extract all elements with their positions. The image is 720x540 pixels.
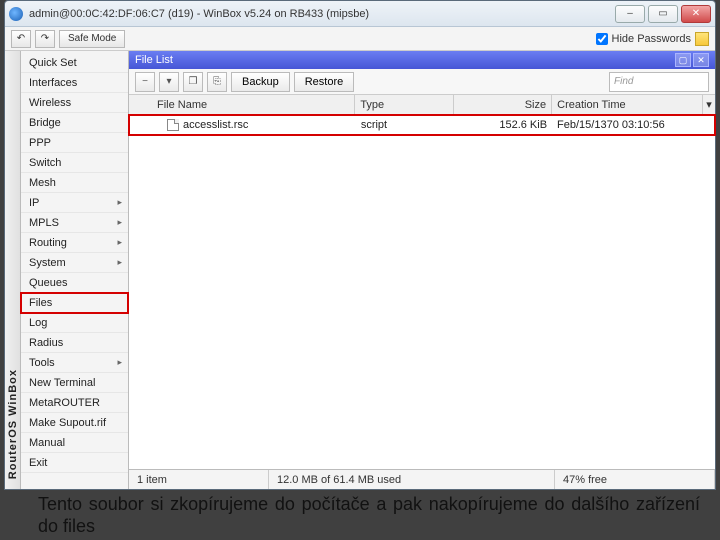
sidebar-item-system[interactable]: System▸	[21, 253, 128, 273]
sidebar: Quick Set Interfaces Wireless Bridge PPP Swit…	[21, 51, 129, 489]
sidebar-item-mesh[interactable]: Mesh	[21, 173, 128, 193]
panel-title: File List	[135, 54, 173, 66]
sidebar-item-label: Manual	[29, 437, 122, 449]
sidebar-item-exit[interactable]: Exit	[21, 453, 128, 473]
table-header: File Name Type Size Creation Time ▾	[129, 95, 715, 115]
window-title: admin@00:0C:42:DF:06:C7 (d19) - WinBox v…	[29, 8, 615, 20]
sidebar-item-label: New Terminal	[29, 377, 122, 389]
window-close-button[interactable]: ✕	[681, 5, 711, 23]
cell-filename: accesslist.rsc	[183, 119, 248, 131]
sidebar-item-metarouter[interactable]: MetaROUTER	[21, 393, 128, 413]
status-bar: 1 item 12.0 MB of 61.4 MB used 47% free	[129, 469, 715, 489]
window-maximize-button[interactable]: ▭	[648, 5, 678, 23]
note-icon[interactable]	[695, 32, 709, 46]
sidebar-item-queues[interactable]: Queues	[21, 273, 128, 293]
status-disk-usage: 12.0 MB of 61.4 MB used	[269, 470, 555, 489]
sidebar-item-wireless[interactable]: Wireless	[21, 93, 128, 113]
sidebar-item-label: Make Supout.rif	[29, 417, 122, 429]
sidebar-item-label: Mesh	[29, 177, 122, 189]
window-minimize-button[interactable]: –	[615, 5, 645, 23]
sidebar-item-label: Log	[29, 317, 122, 329]
sidebar-item-label: System	[29, 257, 117, 269]
app-favicon	[9, 7, 23, 21]
sidebar-item-manual[interactable]: Manual	[21, 433, 128, 453]
sidebar-item-new-terminal[interactable]: New Terminal	[21, 373, 128, 393]
sidebar-item-label: Radius	[29, 337, 122, 349]
sidebar-item-label: Switch	[29, 157, 122, 169]
remove-button[interactable]: −	[135, 72, 155, 92]
status-item-count: 1 item	[129, 470, 269, 489]
toolbar: ↶ ↷ Safe Mode Hide Passwords	[5, 27, 715, 51]
table-row[interactable]: accesslist.rsc script 152.6 KiB Feb/15/1…	[129, 115, 715, 135]
sidebar-item-files[interactable]: Files	[21, 293, 128, 313]
panel-close-button[interactable]: ✕	[693, 53, 709, 67]
cell-size: 152.6 KiB	[454, 115, 552, 134]
backup-button[interactable]: Backup	[231, 72, 290, 92]
find-input[interactable]: Find	[609, 72, 709, 92]
sidebar-item-label: Bridge	[29, 117, 122, 129]
panel-dock-button[interactable]: ▢	[675, 53, 691, 67]
sidebar-item-routing[interactable]: Routing▸	[21, 233, 128, 253]
sidebar-item-label: Wireless	[29, 97, 122, 109]
col-size[interactable]: Size	[454, 95, 552, 114]
sidebar-item-label: Routing	[29, 237, 117, 249]
undo-button[interactable]: ↶	[11, 30, 31, 48]
filter-icon[interactable]: ▾	[159, 72, 179, 92]
sidebar-item-tools[interactable]: Tools▸	[21, 353, 128, 373]
paste-icon[interactable]: ⎘	[207, 72, 227, 92]
status-free: 47% free	[555, 470, 715, 489]
hide-passwords-label: Hide Passwords	[612, 33, 691, 45]
hide-passwords-input[interactable]	[596, 33, 608, 45]
chevron-right-icon: ▸	[117, 357, 122, 368]
sidebar-item-label: IP	[29, 197, 117, 209]
sidebar-item-label: Interfaces	[29, 77, 122, 89]
chevron-right-icon: ▸	[117, 197, 122, 208]
sidebar-item-label: Tools	[29, 357, 117, 369]
slide-caption: Tento soubor si zkopírujeme do počítače …	[38, 494, 700, 537]
file-icon	[167, 119, 179, 131]
sidebar-item-label: Files	[29, 297, 122, 309]
cell-time: Feb/15/1370 03:10:56	[552, 115, 703, 134]
chevron-right-icon: ▸	[117, 217, 122, 228]
restore-button[interactable]: Restore	[294, 72, 355, 92]
hide-passwords-checkbox[interactable]: Hide Passwords	[596, 33, 691, 45]
sidebar-item-mpls[interactable]: MPLS▸	[21, 213, 128, 233]
vertical-brand-text: RouterOS WinBox	[7, 359, 19, 489]
col-menu-icon[interactable]: ▾	[703, 95, 715, 114]
file-toolbar: − ▾ ❐ ⎘ Backup Restore Find	[129, 69, 715, 95]
safe-mode-button[interactable]: Safe Mode	[59, 30, 125, 48]
table-body: accesslist.rsc script 152.6 KiB Feb/15/1…	[129, 115, 715, 469]
copy-icon[interactable]: ❐	[183, 72, 203, 92]
sidebar-item-ip[interactable]: IP▸	[21, 193, 128, 213]
col-filename[interactable]: File Name	[129, 95, 355, 114]
sidebar-item-make-supout-rif[interactable]: Make Supout.rif	[21, 413, 128, 433]
sidebar-item-radius[interactable]: Radius	[21, 333, 128, 353]
panel-titlebar: File List ▢ ✕	[129, 51, 715, 69]
vertical-brand-bar: RouterOS WinBox	[5, 51, 21, 489]
sidebar-item-label: PPP	[29, 137, 122, 149]
col-creation-time[interactable]: Creation Time	[552, 95, 703, 114]
redo-button[interactable]: ↷	[35, 30, 55, 48]
cell-type: script	[356, 115, 454, 134]
col-type[interactable]: Type	[355, 95, 453, 114]
sidebar-item-bridge[interactable]: Bridge	[21, 113, 128, 133]
sidebar-item-label: Exit	[29, 457, 122, 469]
sidebar-item-interfaces[interactable]: Interfaces	[21, 73, 128, 93]
app-window: admin@00:0C:42:DF:06:C7 (d19) - WinBox v…	[4, 0, 716, 490]
sidebar-item-switch[interactable]: Switch	[21, 153, 128, 173]
sidebar-item-label: Queues	[29, 277, 122, 289]
sidebar-item-label: MetaROUTER	[29, 397, 122, 409]
chevron-right-icon: ▸	[117, 237, 122, 248]
sidebar-item-label: Quick Set	[29, 57, 122, 69]
titlebar: admin@00:0C:42:DF:06:C7 (d19) - WinBox v…	[5, 1, 715, 27]
sidebar-item-label: MPLS	[29, 217, 117, 229]
chevron-right-icon: ▸	[117, 257, 122, 268]
sidebar-item-log[interactable]: Log	[21, 313, 128, 333]
sidebar-item-ppp[interactable]: PPP	[21, 133, 128, 153]
sidebar-item-quick-set[interactable]: Quick Set	[21, 53, 128, 73]
